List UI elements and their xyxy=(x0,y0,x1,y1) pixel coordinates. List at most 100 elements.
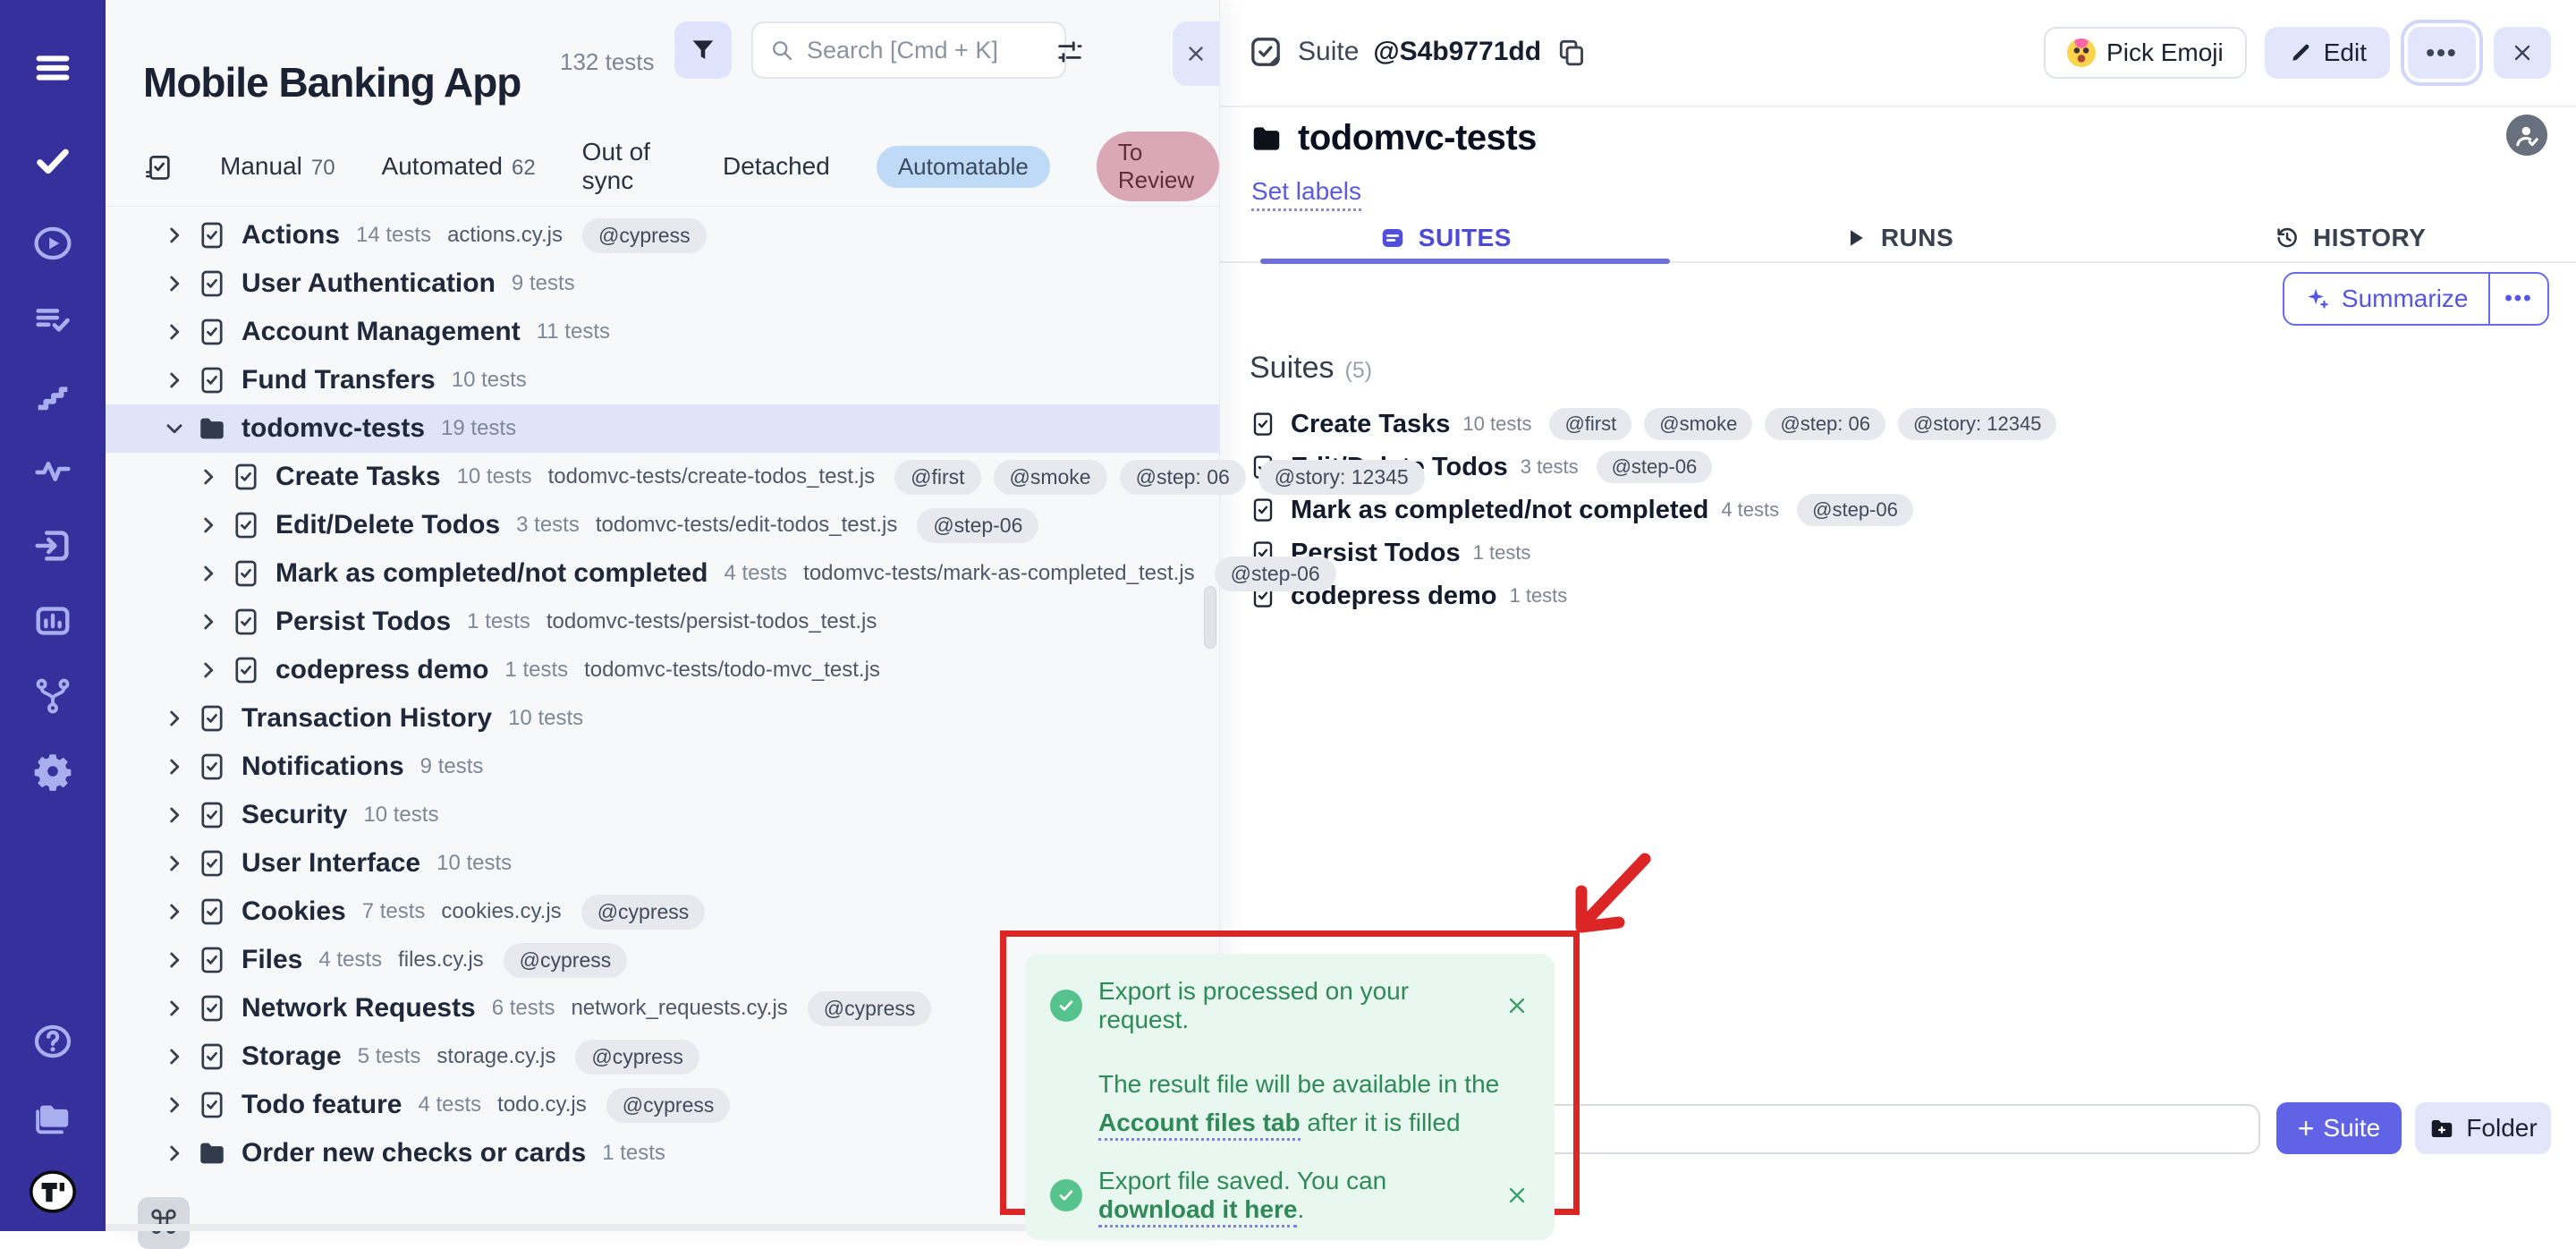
tag-pill[interactable]: @cypress xyxy=(581,895,706,930)
tag-pill[interactable]: @step: 06 xyxy=(1765,408,1885,440)
tree-row[interactable]: Transaction History 10 tests xyxy=(106,694,1219,743)
pick-emoji-button[interactable]: Pick Emoji xyxy=(2044,27,2247,79)
set-labels-link[interactable]: Set labels xyxy=(1251,177,1361,211)
branches-icon[interactable] xyxy=(28,671,78,721)
runs-play-icon[interactable] xyxy=(28,218,78,268)
bulk-select-icon[interactable] xyxy=(143,151,174,182)
tab-detached[interactable]: Detached xyxy=(723,152,830,181)
panel-close-button[interactable] xyxy=(1173,21,1219,86)
edit-button[interactable]: Edit xyxy=(2265,27,2390,79)
tree-row[interactable]: User Interface 10 tests xyxy=(106,839,1219,888)
tree-row[interactable]: todomvc-tests 19 tests xyxy=(106,404,1219,453)
chevron-icon[interactable] xyxy=(163,948,186,972)
tag-pill[interactable]: @first xyxy=(894,460,980,495)
tag-pill[interactable]: @cypress xyxy=(504,943,628,978)
projects-folder-icon[interactable] xyxy=(28,1093,78,1143)
tab-manual[interactable]: Manual70 xyxy=(220,152,335,181)
tree-row[interactable]: Cookies 7 tests cookies.cy.js @cypress xyxy=(106,888,1219,936)
tree-row[interactable]: User Authentication 9 tests xyxy=(106,259,1219,308)
search-box[interactable] xyxy=(751,21,1066,79)
tree-row[interactable]: Actions 14 tests actions.cy.js @cypress xyxy=(106,211,1219,259)
tab-history[interactable]: HISTORY xyxy=(2123,215,2576,261)
chevron-icon[interactable] xyxy=(163,320,186,344)
tab-suites[interactable]: SUITES xyxy=(1219,215,1672,261)
tag-pill[interactable]: @cypress xyxy=(606,1088,731,1123)
tag-pill[interactable]: @smoke xyxy=(1644,408,1752,440)
chevron-icon[interactable] xyxy=(163,803,186,827)
help-icon[interactable] xyxy=(28,1016,78,1066)
assignee-avatar[interactable] xyxy=(2506,115,2547,156)
tag-pill[interactable]: @step-06 xyxy=(1597,451,1713,483)
settings-gear-icon[interactable] xyxy=(28,746,78,796)
toast-close-button[interactable] xyxy=(1504,1183,1530,1208)
add-folder-button[interactable]: Folder xyxy=(2415,1102,2551,1154)
chevron-icon[interactable] xyxy=(163,1093,186,1117)
filter-button[interactable] xyxy=(674,21,732,79)
copy-id-button[interactable] xyxy=(1555,36,1588,68)
chevron-icon[interactable] xyxy=(163,755,186,778)
test-results-icon[interactable] xyxy=(28,295,78,345)
tag-pill[interactable]: @step-06 xyxy=(917,508,1038,543)
account-files-tab-link[interactable]: Account files tab xyxy=(1098,1109,1301,1141)
close-detail-button[interactable] xyxy=(2494,27,2551,79)
chevron-icon[interactable] xyxy=(197,465,220,489)
health-pulse-icon[interactable] xyxy=(28,446,78,496)
chevron-icon[interactable] xyxy=(163,272,186,295)
tab-automated[interactable]: Automated62 xyxy=(382,152,536,181)
chevron-icon[interactable] xyxy=(197,562,220,585)
download-link[interactable]: download it here xyxy=(1098,1195,1297,1228)
suite-list-item[interactable]: Mark as completed/not completed 4 tests … xyxy=(1250,489,2056,531)
tab-out-of-sync[interactable]: Out of sync xyxy=(582,138,676,195)
tag-pill[interactable]: @story: 12345 xyxy=(1258,460,1425,495)
tag-pill[interactable]: @step: 06 xyxy=(1120,460,1246,495)
tree-row[interactable]: codepress demo 1 tests todomvc-tests/tod… xyxy=(106,646,1219,694)
import-icon[interactable] xyxy=(28,521,78,571)
tests-check-icon[interactable] xyxy=(28,136,78,186)
summarize-button[interactable]: Summarize xyxy=(2284,274,2488,324)
tree-row[interactable]: Notifications 9 tests xyxy=(106,743,1219,791)
tag-pill[interactable]: @step-06 xyxy=(1215,557,1336,591)
summarize-more-button[interactable]: ••• xyxy=(2490,274,2547,324)
tree-row[interactable]: Create Tasks 10 tests todomvc-tests/crea… xyxy=(106,453,1219,501)
tag-pill[interactable]: @cypress xyxy=(808,991,932,1026)
chevron-icon[interactable] xyxy=(163,1142,186,1165)
menu-icon[interactable] xyxy=(28,43,78,93)
tag-pill[interactable]: @smoke xyxy=(994,460,1107,495)
tab-runs[interactable]: RUNS xyxy=(1672,215,2124,261)
chevron-icon[interactable] xyxy=(163,707,186,730)
search-input[interactable] xyxy=(805,36,1048,65)
tag-pill[interactable]: @step-06 xyxy=(1797,494,1913,526)
chevron-icon[interactable] xyxy=(197,514,220,537)
testomat-logo[interactable] xyxy=(28,1167,78,1217)
suite-list-item[interactable]: codepress demo 1 tests xyxy=(1250,574,2056,617)
steps-icon[interactable] xyxy=(28,370,78,421)
tree-row[interactable]: Account Management 11 tests xyxy=(106,308,1219,356)
badge-to-review[interactable]: To Review xyxy=(1097,132,1219,201)
more-actions-button[interactable]: ••• xyxy=(2408,27,2476,79)
tree-row[interactable]: Mark as completed/not completed 4 tests … xyxy=(106,549,1219,598)
suite-list-item[interactable]: Create Tasks 10 tests @first@smoke@step:… xyxy=(1250,403,2056,446)
chevron-icon[interactable] xyxy=(163,369,186,392)
suite-list-item[interactable]: Persist Todos 1 tests xyxy=(1250,531,2056,574)
view-settings-button[interactable] xyxy=(1050,32,1089,72)
badge-automatable[interactable]: Automatable xyxy=(877,146,1050,188)
toast-close-button[interactable] xyxy=(1504,993,1530,1018)
chevron-icon[interactable] xyxy=(197,610,220,633)
tag-pill[interactable]: @cypress xyxy=(582,218,707,253)
tag-pill[interactable]: @first xyxy=(1549,408,1631,440)
tag-pill[interactable]: @cypress xyxy=(575,1040,699,1075)
tag-pill[interactable]: @story: 12345 xyxy=(1898,408,2056,440)
chevron-icon[interactable] xyxy=(163,417,186,440)
chevron-icon[interactable] xyxy=(163,900,186,923)
chevron-icon[interactable] xyxy=(163,224,186,247)
chevron-icon[interactable] xyxy=(163,852,186,875)
tree-row[interactable]: Persist Todos 1 tests todomvc-tests/pers… xyxy=(106,598,1219,646)
tree-row[interactable]: Fund Transfers 10 tests xyxy=(106,356,1219,404)
tree-row[interactable]: Edit/Delete Todos 3 tests todomvc-tests/… xyxy=(106,501,1219,549)
chevron-icon[interactable] xyxy=(163,997,186,1020)
vertical-scrollbar-thumb[interactable] xyxy=(1204,586,1216,649)
chevron-icon[interactable] xyxy=(197,658,220,682)
reports-icon[interactable] xyxy=(28,596,78,646)
chevron-icon[interactable] xyxy=(163,1045,186,1068)
command-key-button[interactable]: ⌘ xyxy=(138,1197,190,1249)
